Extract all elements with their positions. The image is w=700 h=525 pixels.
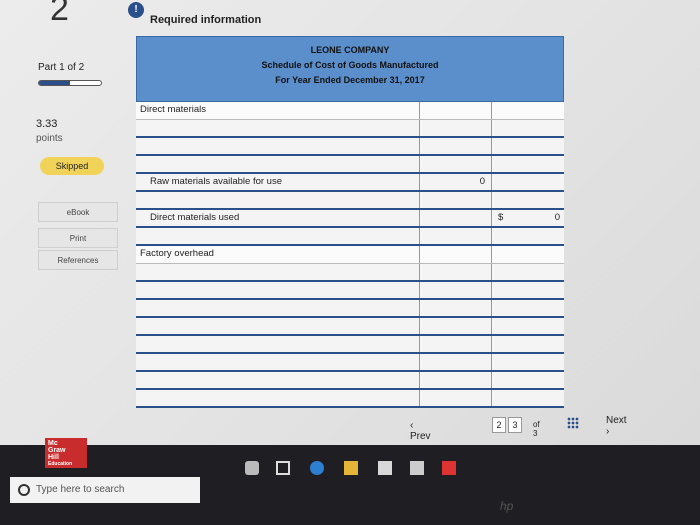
next-button[interactable]: Next ›: [606, 415, 627, 437]
section-direct-materials: Direct materials: [136, 102, 564, 120]
taskbar-search-input[interactable]: Type here to search: [10, 477, 200, 503]
microphone-icon[interactable]: [245, 461, 259, 475]
store-icon[interactable]: [378, 461, 392, 475]
dm-used-value: 0: [554, 212, 560, 223]
prev-button[interactable]: ‹ Prev: [410, 420, 431, 442]
points-label: points: [36, 133, 63, 144]
points-value: 3.33: [36, 118, 58, 130]
file-explorer-icon[interactable]: [344, 461, 358, 475]
direct-materials-used-row: Direct materials used $ 0: [136, 210, 564, 228]
screen: 2 ! Required information Part 1 of 2 3.3…: [0, 0, 700, 445]
mcgraw-hill-logo: Mc Graw Hill Education: [45, 438, 87, 468]
hp-logo: hp: [500, 499, 514, 513]
page-3[interactable]: 3: [508, 417, 522, 433]
app-icon[interactable]: [442, 461, 456, 475]
raw-materials-available-row: Raw materials available for use 0: [136, 174, 564, 192]
cortana-icon: [18, 484, 30, 496]
part-label: Part 1 of 2: [38, 62, 85, 73]
search-placeholder: Type here to search: [36, 484, 125, 495]
info-icon[interactable]: !: [128, 2, 144, 18]
input-row[interactable]: [136, 282, 564, 300]
skipped-badge: Skipped: [40, 157, 104, 175]
question-number: 2: [50, 0, 69, 28]
input-row[interactable]: [136, 354, 564, 372]
row-label: Direct materials: [136, 102, 420, 119]
raw-available-value: 0: [420, 174, 492, 190]
dollar-sign: $: [498, 212, 504, 223]
input-row[interactable]: [136, 318, 564, 336]
input-row[interactable]: [136, 138, 564, 156]
company-name: LEONE COMPANY: [310, 45, 390, 55]
input-row[interactable]: [136, 300, 564, 318]
mail-icon[interactable]: [410, 461, 424, 475]
ebook-button[interactable]: eBook: [38, 202, 118, 222]
input-row[interactable]: [136, 264, 564, 282]
input-row[interactable]: [136, 336, 564, 354]
taskbar: Mc Graw Hill Education Type here to sear…: [0, 438, 700, 525]
page-2[interactable]: 2: [492, 417, 506, 433]
part-progress-bar: [38, 80, 102, 86]
required-information-link[interactable]: Required information: [150, 14, 261, 26]
input-row[interactable]: [136, 120, 564, 138]
schedule-period: For Year Ended December 31, 2017: [275, 75, 425, 85]
task-view-icon[interactable]: [276, 461, 290, 475]
input-row[interactable]: [136, 192, 564, 210]
references-button[interactable]: References: [38, 250, 118, 270]
row-label: Direct materials used: [136, 210, 420, 226]
input-row[interactable]: [136, 372, 564, 390]
grid-icon[interactable]: [567, 417, 579, 429]
row-label: Raw materials available for use: [136, 174, 420, 190]
cogm-schedule: LEONE COMPANY Schedule of Cost of Goods …: [136, 36, 564, 408]
input-row[interactable]: [136, 156, 564, 174]
print-button[interactable]: Print: [38, 228, 118, 248]
row-label: Factory overhead: [136, 246, 420, 263]
page-total: of 3: [533, 420, 540, 438]
input-row[interactable]: [136, 228, 564, 246]
section-factory-overhead: Factory overhead: [136, 246, 564, 264]
schedule-title: Schedule of Cost of Goods Manufactured: [261, 60, 439, 70]
input-row[interactable]: [136, 390, 564, 408]
schedule-header: LEONE COMPANY Schedule of Cost of Goods …: [136, 36, 564, 102]
edge-icon[interactable]: [310, 461, 324, 475]
